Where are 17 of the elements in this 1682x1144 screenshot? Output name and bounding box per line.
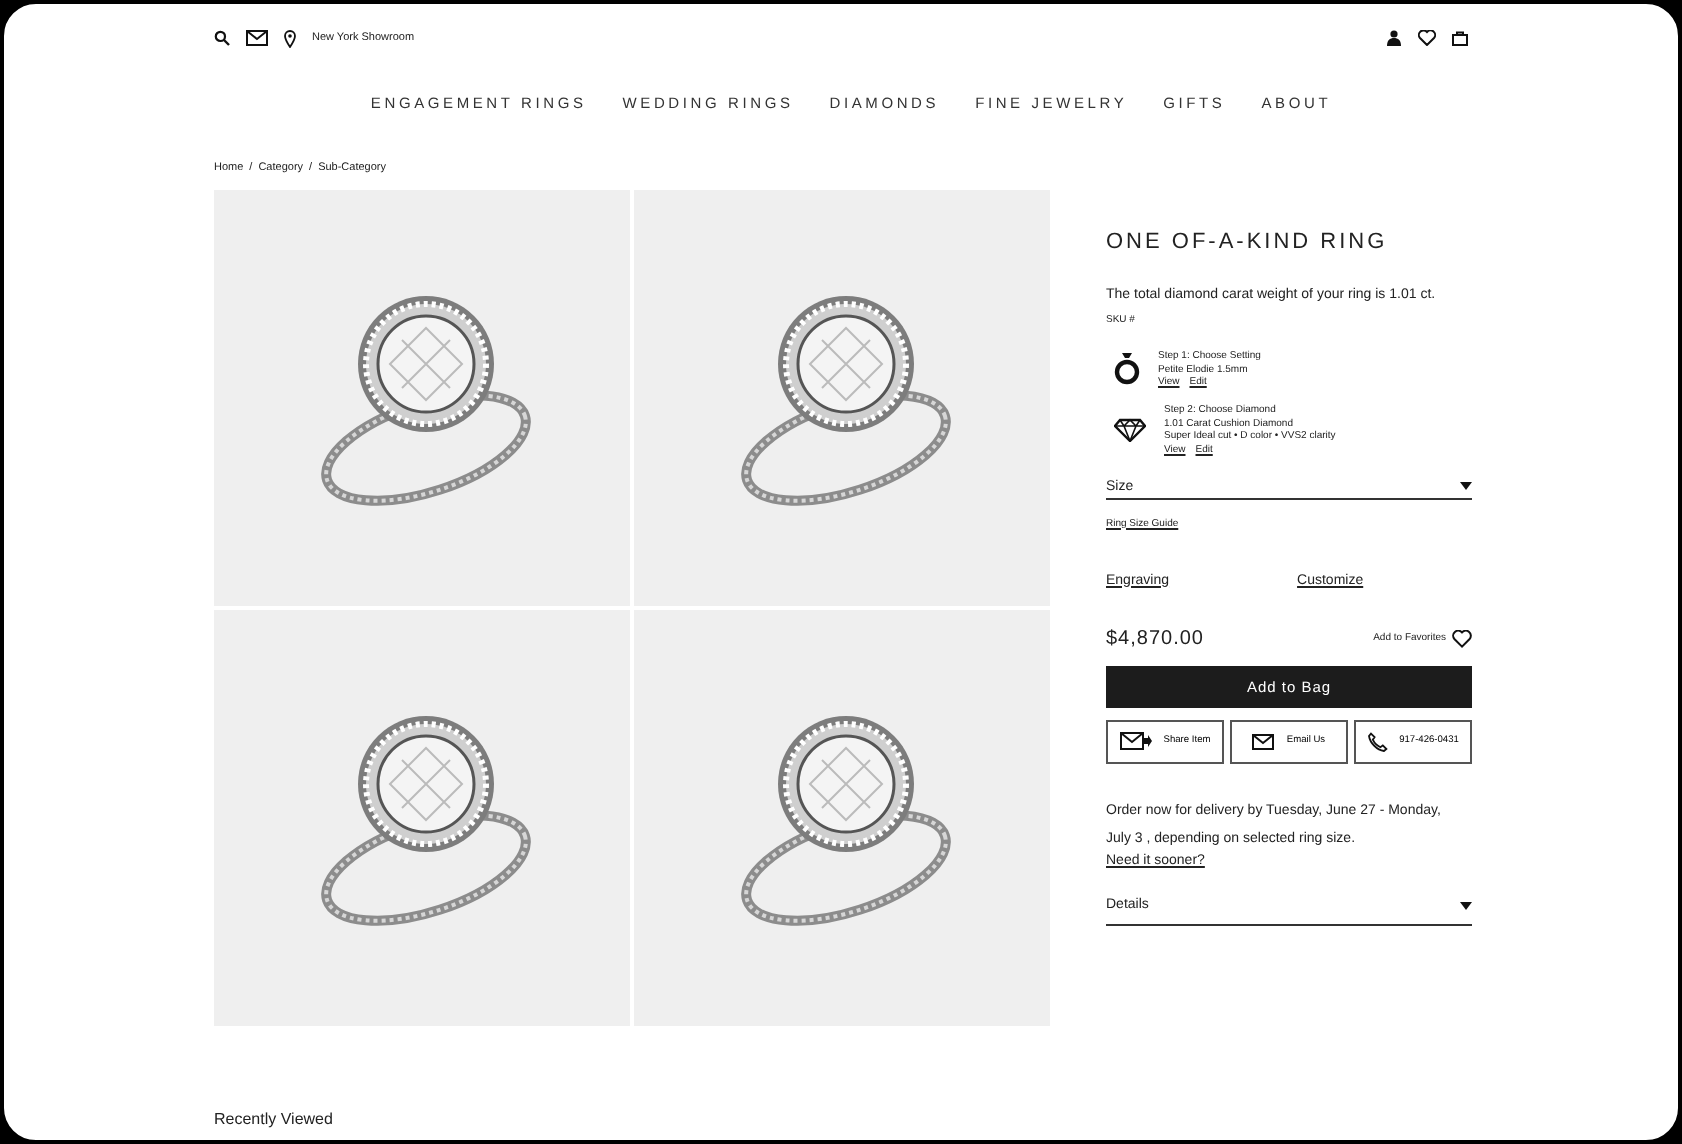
ring-icon — [1114, 352, 1140, 386]
mail-icon — [1252, 733, 1275, 749]
bag-icon[interactable] — [1452, 30, 1468, 46]
product-title: ONE OF-A-KIND RING — [1106, 230, 1390, 254]
price: $4,870.00 — [1106, 627, 1206, 649]
search-icon[interactable] — [214, 30, 230, 46]
section-heading: Recently Viewed — [214, 1110, 335, 1128]
account-icon[interactable] — [1386, 30, 1402, 46]
diamond-icon — [1114, 417, 1146, 442]
dropdown-caret-icon — [1460, 901, 1472, 909]
heart-icon[interactable] — [1452, 629, 1472, 647]
mail-icon[interactable] — [246, 30, 268, 46]
dropdown-caret-icon — [1460, 482, 1472, 490]
heart-icon[interactable] — [1418, 30, 1436, 46]
location-pin-icon[interactable] — [284, 29, 296, 47]
phone-icon — [1367, 731, 1388, 751]
mail-forward-icon — [1119, 732, 1152, 750]
